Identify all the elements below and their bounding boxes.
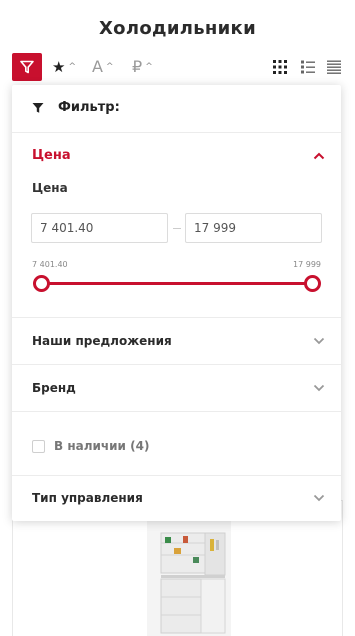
range-dash [173,228,181,229]
price-from-input[interactable] [31,213,168,243]
control-type-section[interactable]: Тип управления [12,476,341,521]
filter-toggle-button[interactable] [12,53,42,81]
chevron-down-icon [313,384,325,392]
sort-arrow-icon: ^ [105,62,114,72]
price-range-min-label: 7 401.40 [32,260,68,269]
in-stock-section: В наличии (4) [12,412,341,476]
chevron-up-icon[interactable] [313,152,325,160]
price-section: Цена Цена 7 401.40 17 999 [12,133,341,318]
price-to-input[interactable] [185,213,322,243]
refrigerator-image [147,513,231,636]
price-range-min-handle[interactable] [33,275,50,292]
grid-view-icon[interactable] [272,59,288,75]
brand-section[interactable]: Бренд [12,365,341,412]
control-type-section-title: Тип управления [32,491,143,505]
list-view-icon[interactable] [300,59,316,75]
filter-panel-title: Фильтр: [58,100,120,115]
table-view-icon[interactable] [326,59,342,75]
page-title: Холодильники [99,18,256,39]
sort-by-price-button[interactable]: ₽ ^ [132,57,153,77]
offers-section-title: Наши предложения [32,334,172,348]
filter-icon [20,60,34,74]
sort-arrow-icon: ^ [68,62,76,72]
price-section-toggle[interactable]: Цена [32,148,71,163]
filter-icon [32,103,44,113]
offers-section[interactable]: Наши предложения [12,318,341,365]
brand-section-title: Бренд [32,381,76,395]
filter-panel: Фильтр: Цена Цена 7 401.40 17 999 Наши п… [12,85,341,521]
in-stock-checkbox[interactable] [32,440,45,453]
filter-panel-header: Фильтр: [12,85,341,133]
ruble-icon: ₽ [132,57,143,76]
toolbar: ★ ^ A ^ ₽ ^ [12,53,343,81]
sort-by-rating-button[interactable]: ★ ^ [52,57,76,77]
price-range-track[interactable] [40,282,313,285]
sort-arrow-icon: ^ [145,62,153,72]
price-range-max-label: 17 999 [293,260,321,269]
chevron-down-icon [313,337,325,345]
price-subtitle: Цена [32,181,68,195]
price-range-max-handle[interactable] [304,275,321,292]
sort-by-name-button[interactable]: A ^ [92,57,114,77]
star-icon: ★ [52,57,66,76]
letter-a-icon: A [92,57,103,76]
in-stock-label[interactable]: В наличии (4) [54,439,149,453]
chevron-down-icon [313,494,325,502]
